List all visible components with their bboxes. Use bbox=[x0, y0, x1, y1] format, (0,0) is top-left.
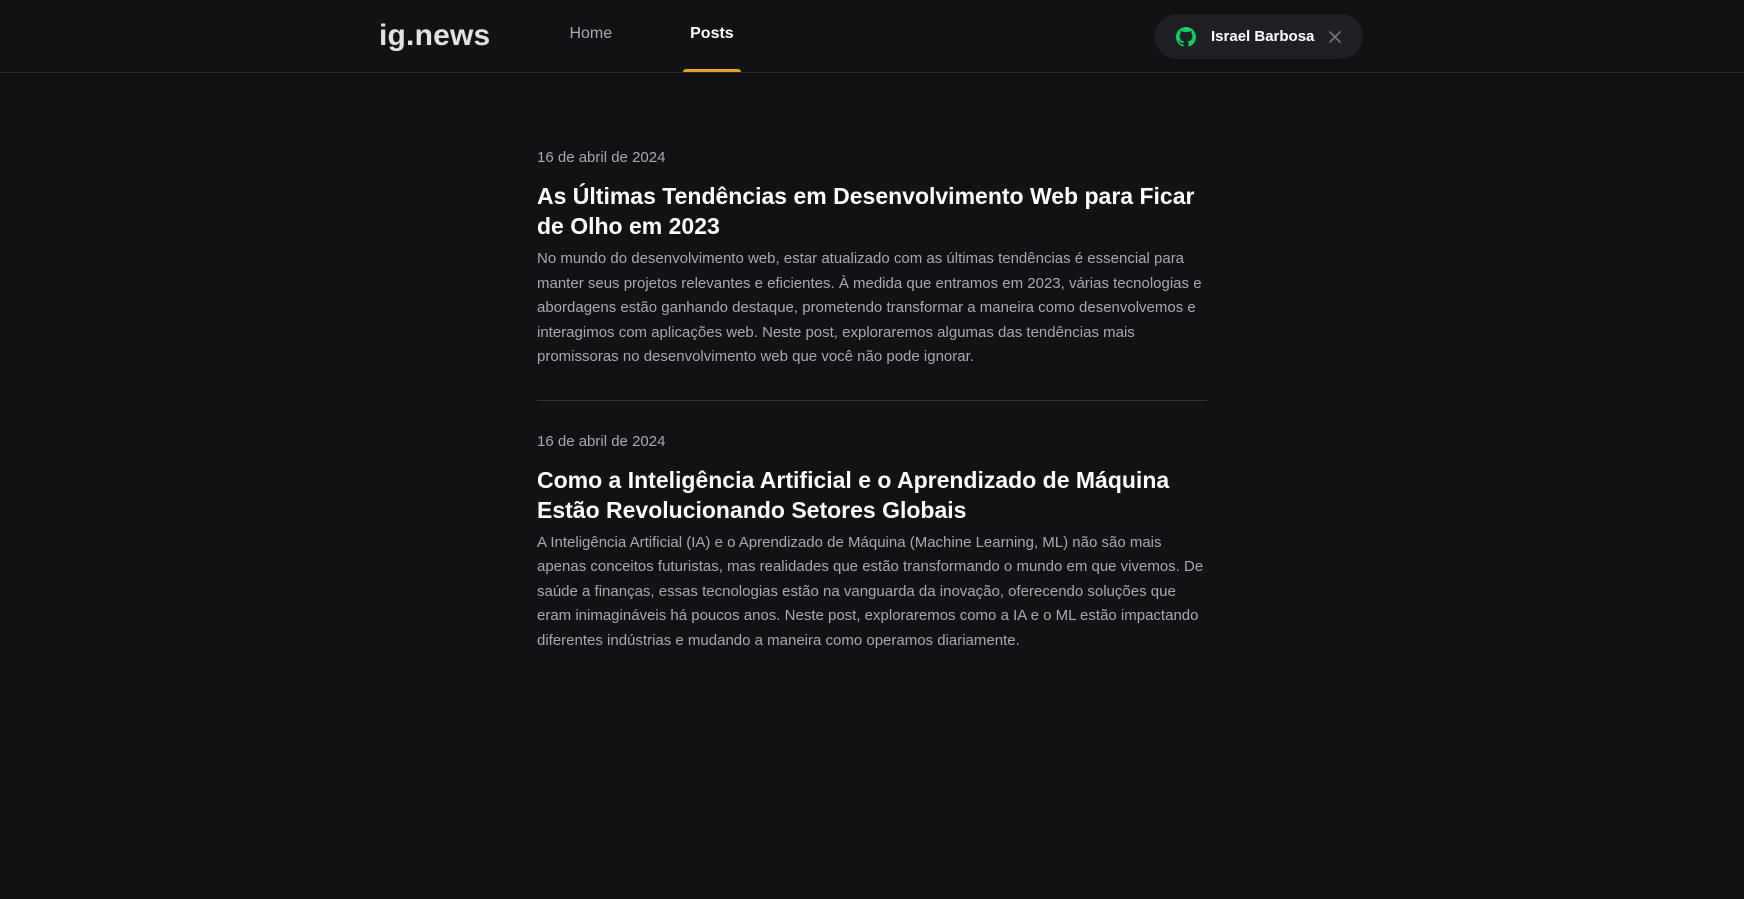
site-header: ig.news Home Posts Israel Barbosa bbox=[0, 0, 1744, 73]
header-content: ig.news Home Posts Israel Barbosa bbox=[379, 0, 1363, 73]
post-title[interactable]: As Últimas Tendências em Desenvolvimento… bbox=[537, 181, 1207, 241]
post-excerpt: A Inteligência Artificial (IA) e o Apren… bbox=[537, 533, 1204, 649]
post-excerpt: No mundo do desenvolvimento web, estar a… bbox=[537, 250, 1202, 365]
post-item[interactable]: 16 de abril de 2024 Como a Inteligência … bbox=[537, 399, 1207, 654]
posts-list: 16 de abril de 2024 As Últimas Tendência… bbox=[537, 147, 1207, 653]
post-title[interactable]: Como a Inteligência Artificial e o Apren… bbox=[537, 465, 1207, 525]
post-item[interactable]: 16 de abril de 2024 As Últimas Tendência… bbox=[537, 147, 1207, 370]
post-date: 16 de abril de 2024 bbox=[537, 149, 666, 166]
user-sign-in-button[interactable]: Israel Barbosa bbox=[1155, 14, 1363, 59]
logo[interactable]: ig.news bbox=[379, 19, 490, 53]
user-name: Israel Barbosa bbox=[1211, 28, 1315, 45]
nav-link-posts[interactable]: Posts bbox=[683, 0, 741, 72]
github-icon bbox=[1176, 26, 1196, 47]
main-nav: Home Posts bbox=[562, 0, 804, 73]
post-date: 16 de abril de 2024 bbox=[537, 432, 666, 450]
close-icon[interactable] bbox=[1329, 30, 1342, 43]
nav-link-home[interactable]: Home bbox=[562, 0, 619, 71]
